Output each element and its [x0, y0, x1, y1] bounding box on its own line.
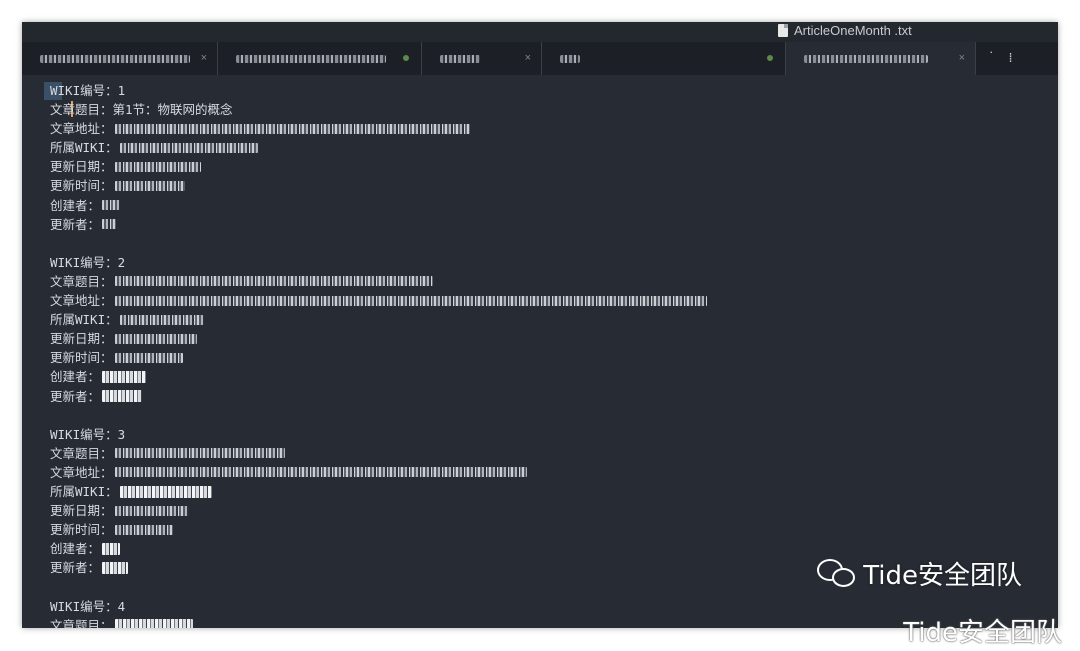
redacted-text [114, 161, 201, 172]
redacted-text [114, 123, 470, 134]
redacted-text [114, 619, 193, 628]
record-2-wiki: 所属WIKI： [50, 310, 1058, 329]
tab-3-label [440, 54, 480, 63]
redacted-text [114, 505, 189, 516]
redacted-text [102, 390, 143, 403]
redacted-text [102, 542, 121, 555]
redacted-text [119, 142, 258, 153]
editor-window: ArticleOneMonth .txt × × × ˙ ⁞ WIKI编号： 1… [22, 22, 1058, 628]
record-1-creator: 创建者： [50, 196, 1058, 215]
tab-5[interactable]: × [786, 42, 976, 75]
record-1-title: 文章题目： 第1节：物联网的概念 [50, 102, 233, 118]
redacted-text [102, 370, 147, 383]
tab-bar: × × × ˙ ⁞ [22, 42, 1058, 75]
watermark-outer: Tide安全团队 [903, 618, 1062, 648]
record-1-updater: 更新者： [50, 215, 1058, 234]
close-icon[interactable]: × [959, 52, 965, 64]
redacted-text [114, 295, 707, 306]
record-2-wiki-no: WIKI编号： 2 [50, 254, 126, 270]
tab-1[interactable]: × [22, 42, 218, 75]
tab-1-label [40, 54, 190, 63]
record-3-update-time: 更新时间： [50, 520, 1058, 539]
redacted-text [114, 448, 285, 459]
unsaved-dot-icon [403, 55, 409, 61]
record-3-title: 文章题目： [50, 444, 1058, 463]
redacted-text [114, 276, 433, 287]
record-3-address: 文章地址： [50, 463, 1058, 482]
unsaved-dot-icon [767, 55, 773, 61]
redacted-text [114, 333, 197, 344]
chevron-icon[interactable]: ˙ [988, 51, 995, 66]
tab-menu-icon[interactable]: ⁞ [1009, 51, 1013, 66]
record-2-creator: 创建者： [50, 367, 1058, 386]
close-icon[interactable]: × [201, 52, 207, 64]
record-3-update-date: 更新日期： [50, 501, 1058, 520]
window-title-text: ArticleOneMonth .txt [794, 23, 912, 38]
tab-3[interactable]: × [422, 42, 542, 75]
tab-2[interactable] [218, 42, 422, 75]
tab-5-label [804, 54, 928, 63]
redacted-text [114, 181, 185, 192]
tab-overflow-controls[interactable]: ˙ ⁞ [976, 42, 1013, 75]
record-1-address: 文章地址： [50, 119, 1058, 138]
redacted-text [114, 467, 527, 478]
record-1-update-time: 更新时间： [50, 176, 1058, 195]
record-3-wiki-no: WIKI编号： 3 [50, 426, 126, 442]
tab-2-label [236, 54, 386, 63]
record-2-title: 文章题目： [50, 272, 1058, 291]
redacted-text [102, 200, 121, 211]
tab-4[interactable] [542, 42, 786, 75]
window-title: ArticleOneMonth .txt [778, 23, 912, 38]
wechat-icon [817, 558, 857, 589]
redacted-text [119, 314, 204, 325]
redacted-text [102, 219, 117, 230]
record-1-wiki: 所属WIKI： [50, 138, 1058, 157]
record-2-update-time: 更新时间： [50, 348, 1058, 367]
close-icon[interactable]: × [525, 52, 531, 64]
redacted-text [114, 352, 183, 363]
title-bar: ArticleOneMonth .txt [22, 22, 1058, 42]
record-2-updater: 更新者： [50, 387, 1058, 406]
redacted-text [114, 524, 173, 535]
document-icon [778, 24, 788, 37]
record-3-wiki: 所属WIKI： [50, 482, 1058, 501]
editor-content[interactable]: WIKI编号： 1 文章题目： 第1节：物联网的概念 文章地址： 所属WIKI： 更… [22, 75, 1058, 628]
redacted-text [102, 561, 129, 574]
tab-4-label [560, 54, 580, 63]
record-2-address: 文章地址： [50, 291, 1058, 310]
record-2-update-date: 更新日期： [50, 329, 1058, 348]
record-1-update-date: 更新日期： [50, 157, 1058, 176]
watermark-inner-text: Tide安全团队 [863, 561, 1022, 591]
watermark-inner: Tide安全团队 [817, 555, 1022, 592]
record-1-wiki-no: WIKI编号： 1 [50, 83, 126, 98]
redacted-text [119, 485, 212, 498]
